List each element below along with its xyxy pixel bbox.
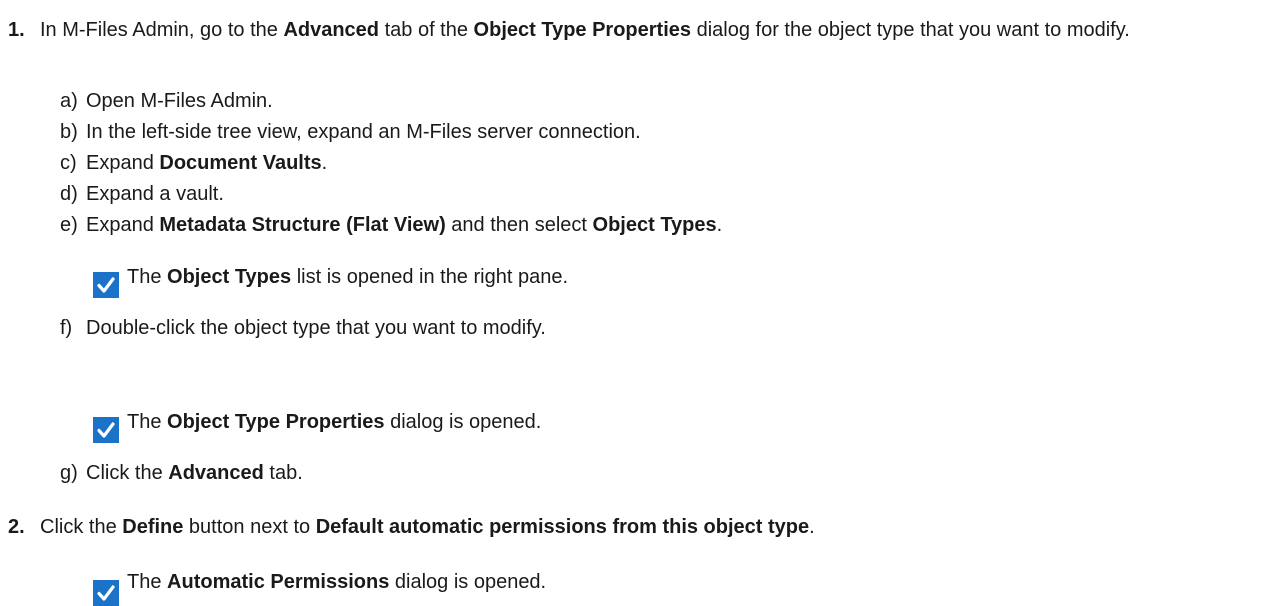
text-bold: Object Types <box>167 266 292 288</box>
step-text: Click the Define button next to Default … <box>40 513 1270 541</box>
text: The <box>127 411 168 433</box>
text: Click the <box>40 516 123 538</box>
text-bold: Define <box>122 516 184 538</box>
text: dialog is opened. <box>389 571 547 593</box>
text: Double-click the object type that you wa… <box>86 317 546 339</box>
step-text: In M-Files Admin, go to the Advanced tab… <box>40 16 1272 44</box>
text: Open M-Files Admin. <box>86 90 273 112</box>
text-bold: Default automatic permissions from this … <box>315 516 810 538</box>
check-icon <box>93 580 119 606</box>
step-number: 2. <box>8 516 25 538</box>
check-icon <box>93 417 119 443</box>
text: dialog is opened. <box>384 411 542 433</box>
substep-letter: b) <box>60 121 78 143</box>
step-number: 1. <box>8 19 25 41</box>
text: In the left-side tree view, expand an M-… <box>86 121 641 143</box>
text: In M-Files Admin, go to the <box>40 19 284 41</box>
text-bold: Metadata Structure (Flat View) <box>159 214 446 236</box>
result-text: The Object Types list is opened in the r… <box>127 263 568 291</box>
text: list is opened in the right pane. <box>291 266 569 288</box>
text-bold: Document Vaults <box>159 152 322 174</box>
substep-letter: e) <box>60 214 78 236</box>
substep-f: f) Double-click the object type that you … <box>60 314 546 342</box>
substep-letter: a) <box>60 90 78 112</box>
text: and then select <box>445 214 593 236</box>
text: tab. <box>263 462 303 484</box>
text: Expand a vault. <box>86 183 224 205</box>
text: dialog for the object type that you want… <box>691 19 1130 41</box>
text: The <box>127 571 168 593</box>
substep-letter: d) <box>60 183 78 205</box>
text-bold: Object Type Properties <box>167 411 385 433</box>
text: . <box>716 214 723 236</box>
text-bold: Advanced <box>168 462 264 484</box>
text-bold: Object Type Properties <box>473 19 692 41</box>
text: . <box>809 516 815 538</box>
text: Expand <box>86 152 160 174</box>
text-bold: Automatic Permissions <box>167 571 390 593</box>
check-icon <box>93 272 119 298</box>
text-bold: Object Types <box>592 214 717 236</box>
text: Expand <box>86 214 160 236</box>
text: The <box>127 266 168 288</box>
substep-e: e) Expand Metadata Structure (Flat View) … <box>60 211 722 239</box>
text-bold: Advanced <box>283 19 380 41</box>
substep-a: a) Open M-Files Admin. <box>60 87 273 115</box>
substep-letter: f) <box>60 317 73 339</box>
substep-letter: g) <box>60 462 78 484</box>
result-text: The Automatic Permissions dialog is open… <box>127 568 546 596</box>
text: tab of the <box>379 19 474 41</box>
text: . <box>321 152 328 174</box>
substep-d: d) Expand a vault. <box>60 180 224 208</box>
text: Click the <box>86 462 169 484</box>
substep-letter: c) <box>60 152 77 174</box>
substep-b: b) In the left-side tree view, expand an … <box>60 118 641 146</box>
text: button next to <box>183 516 316 538</box>
substep-c: c) Expand Document Vaults. <box>60 149 327 177</box>
substep-g: g) Click the Advanced tab. <box>60 459 303 487</box>
result-text: The Object Type Properties dialog is ope… <box>127 408 541 436</box>
